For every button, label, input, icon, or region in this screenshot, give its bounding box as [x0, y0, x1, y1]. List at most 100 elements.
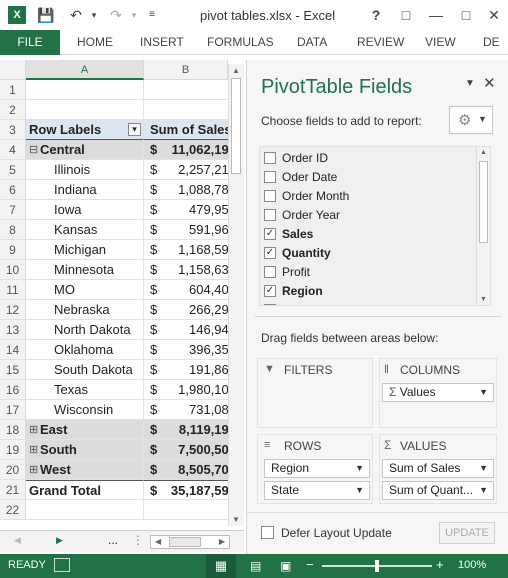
normal-view-icon[interactable]: ▦	[206, 554, 236, 578]
field-checkbox[interactable]	[264, 209, 276, 221]
expand-icon[interactable]: ⊞	[29, 440, 38, 459]
cell-a[interactable]	[26, 500, 144, 520]
cell-b[interactable]: $591,961	[144, 220, 228, 240]
cell-a[interactable]: Michigan	[26, 240, 144, 260]
redo-dropdown-icon[interactable]: ▾	[124, 5, 144, 25]
row-number[interactable]: 16	[0, 380, 26, 400]
cell-a[interactable]: Illinois	[26, 160, 144, 180]
pane-close-icon[interactable]: ✕	[483, 74, 496, 92]
row-number[interactable]: 15	[0, 360, 26, 380]
cell-b[interactable]: $604,405	[144, 280, 228, 300]
column-header-b[interactable]: B	[144, 60, 228, 80]
field-checkbox[interactable]: ✓	[264, 304, 276, 305]
sheet-next-icon[interactable]: ▶	[56, 535, 63, 546]
tab-developer[interactable]: DE	[483, 30, 500, 55]
cell-b[interactable]: Sum of Sales	[144, 120, 228, 140]
field-item[interactable]: Order Year	[260, 206, 476, 225]
values-sum-sales-dropdown[interactable]: Sum of Sales ▼	[382, 459, 494, 478]
field-item[interactable]: ✓ Quantity	[260, 244, 476, 263]
cell-a[interactable]: Oklahoma	[26, 340, 144, 360]
cell-b[interactable]: $8,505,700	[144, 460, 228, 480]
cell-b[interactable]: $266,297	[144, 300, 228, 320]
update-button[interactable]: UPDATE	[439, 522, 495, 544]
row-number[interactable]: 11	[0, 280, 26, 300]
cell-a[interactable]: Iowa	[26, 200, 144, 220]
sheet-prev-icon[interactable]: ◀	[14, 535, 21, 546]
row-number[interactable]: 9	[0, 240, 26, 260]
field-checkbox[interactable]: ✓	[264, 285, 276, 297]
save-icon[interactable]: 💾	[36, 5, 56, 25]
zoom-in-icon[interactable]: +	[436, 557, 444, 572]
row-number[interactable]: 17	[0, 400, 26, 420]
cell-a[interactable]: Nebraska	[26, 300, 144, 320]
macro-record-icon[interactable]	[54, 558, 70, 572]
tab-home[interactable]: HOME	[77, 30, 113, 55]
cell-a[interactable]: Grand Total	[26, 480, 144, 500]
cell-a[interactable]: ⊞ South	[26, 440, 144, 460]
undo-icon[interactable]: ↶	[66, 5, 86, 25]
cell-b[interactable]	[144, 100, 228, 120]
field-checkbox[interactable]	[264, 152, 276, 164]
field-checkbox[interactable]	[264, 266, 276, 278]
tab-formulas[interactable]: FORMULAS	[207, 30, 274, 55]
row-number[interactable]: 3	[0, 120, 26, 140]
zoom-slider-thumb[interactable]	[375, 560, 379, 572]
tab-insert[interactable]: INSERT	[140, 30, 184, 55]
customize-toolbar-icon[interactable]: ≡	[142, 5, 162, 25]
row-number[interactable]: 6	[0, 180, 26, 200]
cell-b[interactable]	[144, 500, 228, 520]
page-break-view-icon[interactable]: ▣	[280, 559, 291, 573]
cell-b[interactable]: $479,956	[144, 200, 228, 220]
field-list-scroll-thumb[interactable]	[479, 161, 488, 243]
row-number[interactable]: 12	[0, 300, 26, 320]
page-layout-view-icon[interactable]: ▤	[250, 559, 261, 573]
cell-a[interactable]: Texas	[26, 380, 144, 400]
cell-b[interactable]: $146,940	[144, 320, 228, 340]
field-checkbox[interactable]	[264, 171, 276, 183]
row-number[interactable]: 4	[0, 140, 26, 160]
field-item[interactable]: Profit	[260, 263, 476, 282]
cell-a[interactable]: North Dakota	[26, 320, 144, 340]
row-number[interactable]: 19	[0, 440, 26, 460]
scroll-up-icon[interactable]: ▲	[480, 149, 487, 156]
collapse-icon[interactable]: ⊟	[29, 140, 38, 159]
values-area[interactable]: Σ VALUES Sum of Sales ▼ Sum of Quant... …	[379, 434, 497, 504]
field-item[interactable]: ✓ Region	[260, 282, 476, 301]
select-all-corner[interactable]	[0, 60, 26, 80]
sheet-more-button[interactable]: ...	[108, 533, 118, 547]
row-number[interactable]: 8	[0, 220, 26, 240]
cell-a[interactable]	[26, 100, 144, 120]
cell-b[interactable]: $35,187,592	[144, 480, 228, 500]
column-header-a[interactable]: A	[26, 60, 144, 80]
scroll-down-icon[interactable]: ▼	[232, 515, 240, 524]
vertical-scrollbar[interactable]: ▲ ▼	[228, 64, 244, 526]
field-item[interactable]: Order ID	[260, 149, 476, 168]
tab-view[interactable]: VIEW	[425, 30, 456, 55]
maximize-button[interactable]: □	[456, 5, 476, 25]
scroll-thumb[interactable]	[231, 78, 241, 174]
row-number[interactable]: 1	[0, 80, 26, 100]
field-item[interactable]: ✓ State	[260, 301, 476, 305]
zoom-slider[interactable]	[322, 560, 432, 572]
rows-area[interactable]: ≡ ROWS Region ▼ State ▼	[257, 434, 373, 504]
field-item[interactable]: Oder Date	[260, 168, 476, 187]
cell-a[interactable]: ⊞ West	[26, 460, 144, 480]
zoom-out-icon[interactable]: −	[306, 557, 314, 572]
row-number[interactable]: 20	[0, 460, 26, 480]
scroll-left-icon[interactable]: ◀	[155, 537, 161, 546]
field-checkbox[interactable]: ✓	[264, 228, 276, 240]
defer-layout-checkbox[interactable]	[261, 526, 274, 539]
values-sum-quantity-dropdown[interactable]: Sum of Quant... ▼	[382, 481, 494, 500]
field-checkbox[interactable]: ✓	[264, 247, 276, 259]
row-number[interactable]: 5	[0, 160, 26, 180]
row-number[interactable]: 7	[0, 200, 26, 220]
row-number[interactable]: 22	[0, 500, 26, 520]
redo-icon[interactable]: ↷	[106, 5, 126, 25]
scroll-down-icon[interactable]: ▼	[480, 296, 487, 303]
cell-b[interactable]: $8,119,194	[144, 420, 228, 440]
rows-state-dropdown[interactable]: State ▼	[264, 481, 370, 500]
row-number[interactable]: 13	[0, 320, 26, 340]
undo-dropdown-icon[interactable]: ▾	[84, 5, 104, 25]
row-number[interactable]: 18	[0, 420, 26, 440]
pane-options-dropdown-icon[interactable]: ▼	[465, 78, 475, 89]
